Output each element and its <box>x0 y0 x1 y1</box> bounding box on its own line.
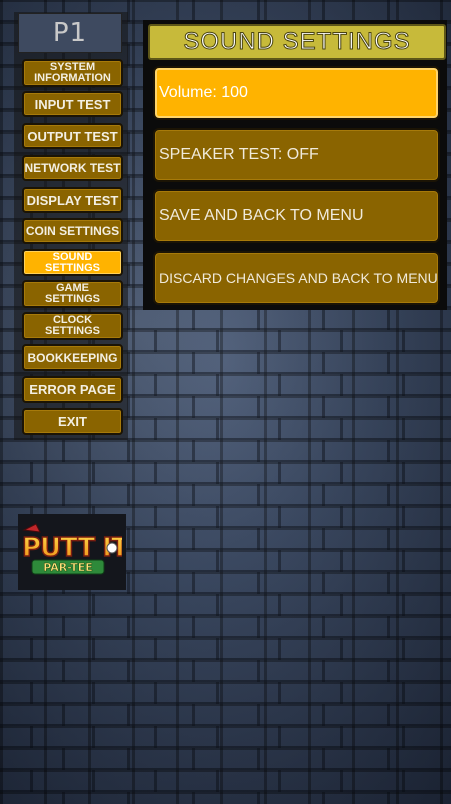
sidebar-item-sound-settings[interactable]: SOUND SETTINGS <box>22 249 123 276</box>
save-and-back-button[interactable]: SAVE AND BACK TO MENU <box>153 189 440 243</box>
sidebar-item-label: DISPLAY TEST <box>26 192 119 208</box>
sidebar-item-label: SYSTEM INFORMATION <box>34 61 111 84</box>
option-label: SPEAKER TEST: OFF <box>159 146 319 163</box>
sidebar-item-label: SOUND SETTINGS <box>44 250 100 274</box>
sidebar-item-label: BOOKKEEPING <box>27 350 118 365</box>
sidebar-item-input-test[interactable]: INPUT TEST <box>22 91 123 117</box>
option-label: SAVE AND BACK TO MENU <box>159 207 364 224</box>
putt-it-logo: PUTT IT! PAR-TEE <box>21 523 122 575</box>
sidebar-item-label: OUTPUT TEST <box>27 128 118 144</box>
option-label: DISCARD CHANGES AND BACK TO MENU <box>159 270 438 286</box>
sidebar-item-bookkeeping[interactable]: BOOKKEEPING <box>22 344 123 371</box>
sidebar-item-label: INPUT TEST <box>34 96 111 112</box>
sidebar-item-game-settings[interactable]: GAME SETTINGS <box>22 280 123 308</box>
sidebar-item-label: GAME SETTINGS <box>44 282 100 305</box>
sidebar-item-label: ERROR PAGE <box>29 382 116 397</box>
sidebar-item-output-test[interactable]: OUTPUT TEST <box>22 123 123 149</box>
sidebar-item-label: NETWORK TEST <box>24 161 121 175</box>
sidebar-item-coin-settings[interactable]: COIN SETTINGS <box>22 218 123 244</box>
panel-title: SOUND SETTINGS <box>148 24 446 60</box>
sidebar-item-error-page[interactable]: ERROR PAGE <box>22 376 123 403</box>
sidebar-item-label: EXIT <box>58 414 87 429</box>
sidebar-item-exit[interactable]: EXIT <box>22 408 123 435</box>
sidebar-item-display-test[interactable]: DISPLAY TEST <box>22 187 123 213</box>
svg-text:PAR-TEE: PAR-TEE <box>43 561 93 574</box>
option-label: Volume: 100 <box>159 84 248 101</box>
sidebar-item-label: COIN SETTINGS <box>25 224 120 238</box>
speaker-test-option[interactable]: SPEAKER TEST: OFF <box>153 128 440 182</box>
sidebar-item-system-information[interactable]: SYSTEM INFORMATION <box>22 59 123 87</box>
volume-option[interactable]: Volume: 100 <box>153 66 440 120</box>
player-indicator: P1 <box>18 13 122 53</box>
sidebar-item-clock-settings[interactable]: CLOCK SETTINGS <box>22 312 123 340</box>
discard-and-back-button[interactable]: DISCARD CHANGES AND BACK TO MENU <box>153 251 440 305</box>
sidebar-item-network-test[interactable]: NETWORK TEST <box>22 155 123 181</box>
sidebar-item-label: CLOCK SETTINGS <box>44 314 100 337</box>
